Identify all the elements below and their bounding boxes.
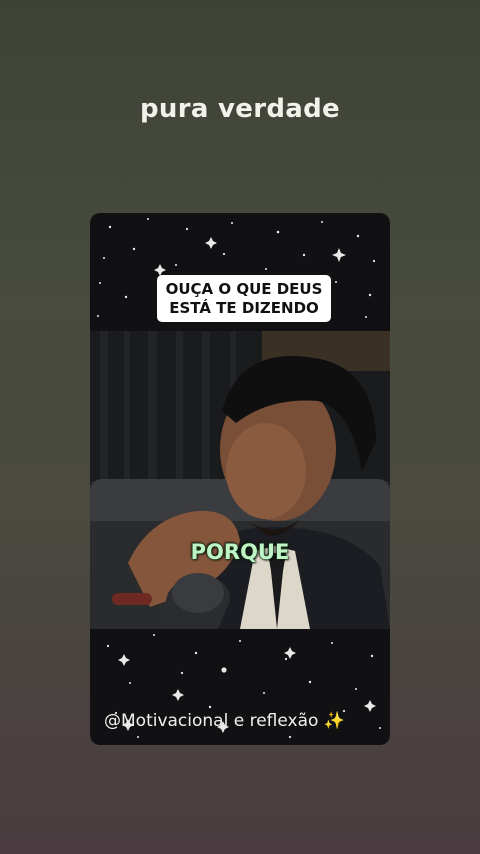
video-frame[interactable]: PORQUE [90, 331, 390, 629]
headline-line-2: ESTÁ TE DIZENDO [169, 299, 319, 317]
watermark: @Motivacional e reflexão ✨ [104, 711, 345, 731]
headline-label: OUÇA O QUE DEUS ESTÁ TE DIZENDO [157, 275, 331, 322]
caption-subtitle: PORQUE [190, 540, 290, 564]
speaker-photo [90, 331, 390, 629]
story-caption: pura verdade [140, 94, 340, 124]
sparkles-icon: ✨ [323, 711, 345, 731]
headline-line-1: OUÇA O QUE DEUS [165, 280, 323, 298]
watermark-text: @Motivacional e reflexão [104, 711, 319, 731]
